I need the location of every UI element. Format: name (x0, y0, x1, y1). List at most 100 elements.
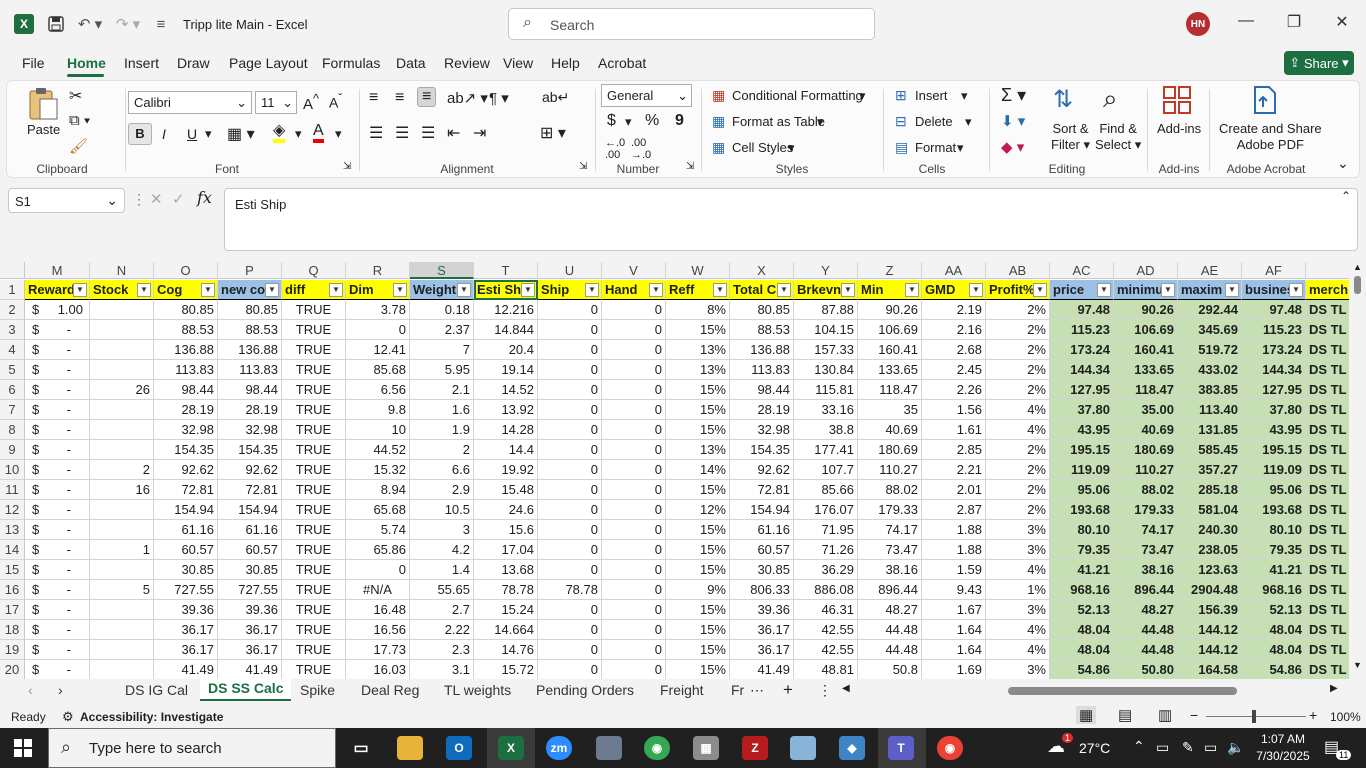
cell-minimu[interactable]: 44.48 (1114, 620, 1178, 640)
cell-profit-[interactable]: 4% (986, 620, 1050, 640)
customize-toolbar-icon[interactable]: ≡ (152, 14, 170, 34)
cell-diff[interactable]: TRUE (282, 320, 346, 340)
header-cell-minimu[interactable]: minimu ▼ (1114, 280, 1178, 300)
cell-min[interactable]: 106.69 (858, 320, 922, 340)
cell-brkevn[interactable]: 46.31 (794, 600, 858, 620)
cell-diff[interactable]: TRUE (282, 520, 346, 540)
cell-maxim[interactable]: 156.39 (1178, 600, 1242, 620)
cell-stock[interactable] (90, 640, 154, 660)
sheet-tab-tl-weights[interactable]: TL weights (444, 682, 511, 698)
cell-minimu[interactable]: 160.41 (1114, 340, 1178, 360)
align-bottom-icon[interactable]: ≡ (417, 87, 437, 107)
cell-busines[interactable]: 193.68 (1242, 500, 1306, 520)
tab-data[interactable]: Data (396, 55, 426, 71)
zoom-out-icon[interactable]: − (1190, 707, 1198, 723)
cell-weight[interactable]: 1.4 (410, 560, 474, 580)
cell-total-c[interactable]: 154.35 (730, 440, 794, 460)
cell-stock[interactable] (90, 340, 154, 360)
cell-hand[interactable]: 0 (602, 380, 666, 400)
cell-hand[interactable]: 0 (602, 360, 666, 380)
cell-new-co[interactable]: 92.62 (218, 460, 282, 480)
column-header-ae[interactable]: AE (1178, 262, 1242, 279)
cell-reward[interactable]: $ - (25, 660, 90, 679)
tab-help[interactable]: Help (551, 55, 580, 71)
cell-cog[interactable]: 113.83 (154, 360, 218, 380)
decrease-indent-icon[interactable]: ⇤ (447, 123, 460, 143)
cell-hand[interactable]: 0 (602, 440, 666, 460)
sheet-tab-spike[interactable]: Spike (300, 682, 335, 698)
cell-gmd[interactable]: 2.19 (922, 300, 986, 320)
adobe-pdf-icon[interactable] (1251, 85, 1279, 115)
enter-icon[interactable]: ✓ (172, 190, 185, 208)
cell-dim[interactable]: 0 (346, 560, 410, 580)
cell-profit-[interactable]: 4% (986, 640, 1050, 660)
column-header-z[interactable]: Z (858, 262, 922, 279)
cell-esti-shi[interactable]: 15.48 (474, 480, 538, 500)
cell-price[interactable]: 52.13 (1050, 600, 1114, 620)
cell-dim[interactable]: 8.94 (346, 480, 410, 500)
cell-diff[interactable]: TRUE (282, 340, 346, 360)
tab-review[interactable]: Review (444, 55, 490, 71)
cell-diff[interactable]: TRUE (282, 580, 346, 600)
cell-total-c[interactable]: 113.83 (730, 360, 794, 380)
chevron-down-icon[interactable]: ▾ (859, 88, 866, 104)
cell-reff[interactable]: 15% (666, 600, 730, 620)
cell-stock[interactable] (90, 440, 154, 460)
column-header-ab[interactable]: AB (986, 262, 1050, 279)
cell-maxim[interactable]: 113.40 (1178, 400, 1242, 420)
cancel-icon[interactable]: ✕ (150, 190, 163, 208)
cell-new-co[interactable]: 36.17 (218, 620, 282, 640)
cell-total-c[interactable]: 39.36 (730, 600, 794, 620)
cell-min[interactable]: 90.26 (858, 300, 922, 320)
cell-diff[interactable]: TRUE (282, 560, 346, 580)
header-cell-weight[interactable]: Weight ▼ (410, 280, 474, 300)
minimize-icon[interactable]: — (1234, 12, 1258, 30)
cell-price[interactable]: 48.04 (1050, 620, 1114, 640)
filter-dropdown-icon[interactable]: ▼ (1289, 283, 1303, 297)
cell-brkevn[interactable]: 71.26 (794, 540, 858, 560)
cell-esti-shi[interactable]: 20.4 (474, 340, 538, 360)
cell-stock[interactable]: 2 (90, 460, 154, 480)
header-cell-total-c[interactable]: Total C ▼ (730, 280, 794, 300)
cell-busines[interactable]: 115.23 (1242, 320, 1306, 340)
cell-new-co[interactable]: 113.83 (218, 360, 282, 380)
cell-price[interactable]: 195.15 (1050, 440, 1114, 460)
row-header[interactable]: 10 (0, 460, 25, 480)
cell-minimu[interactable]: 90.26 (1114, 300, 1178, 320)
cell-minimu[interactable]: 896.44 (1114, 580, 1178, 600)
cell-price[interactable]: 97.48 (1050, 300, 1114, 320)
cell-min[interactable]: 38.16 (858, 560, 922, 580)
comma-button[interactable]: 9 (675, 112, 684, 130)
cell-total-c[interactable]: 806.33 (730, 580, 794, 600)
cell-esti-shi[interactable]: 19.14 (474, 360, 538, 380)
decrease-decimal-icon[interactable]: .00 →.0 (631, 137, 651, 161)
font-name-select[interactable]: Calibri ⌄ (128, 91, 252, 114)
cell-ship[interactable]: 0 (538, 320, 602, 340)
cell-diff[interactable]: TRUE (282, 620, 346, 640)
cell-diff[interactable]: TRUE (282, 540, 346, 560)
format-as-table-button[interactable]: Format as Table (732, 114, 825, 129)
scroll-down-icon[interactable]: ▼ (1353, 660, 1362, 670)
cell-weight[interactable]: 0.18 (410, 300, 474, 320)
add-ins-button[interactable]: Add-ins (1157, 121, 1201, 136)
cell-minimu[interactable]: 48.27 (1114, 600, 1178, 620)
cell-stock[interactable]: 26 (90, 380, 154, 400)
temperature[interactable]: 27°C (1079, 740, 1110, 756)
cell-maxim[interactable]: 581.04 (1178, 500, 1242, 520)
cell-cog[interactable]: 92.62 (154, 460, 218, 480)
cell-ship[interactable]: 0 (538, 620, 602, 640)
column-header-ad[interactable]: AD (1114, 262, 1178, 279)
cell-busines[interactable]: 127.95 (1242, 380, 1306, 400)
cell-stock[interactable] (90, 300, 154, 320)
cell-hand[interactable]: 0 (602, 420, 666, 440)
add-ins-icon[interactable] (1162, 85, 1192, 115)
name-box[interactable]: S1 ⌄ (8, 188, 125, 213)
cell-reward[interactable]: $ - (25, 620, 90, 640)
select-all-corner[interactable] (0, 262, 25, 279)
cell-stock[interactable] (90, 520, 154, 540)
cell-reward[interactable]: $ - (25, 360, 90, 380)
cell-reff[interactable]: 15% (666, 560, 730, 580)
cell-stock[interactable] (90, 620, 154, 640)
filezilla-icon[interactable]: Z (742, 736, 768, 760)
prev-sheet-icon[interactable]: ‹ (28, 682, 33, 698)
